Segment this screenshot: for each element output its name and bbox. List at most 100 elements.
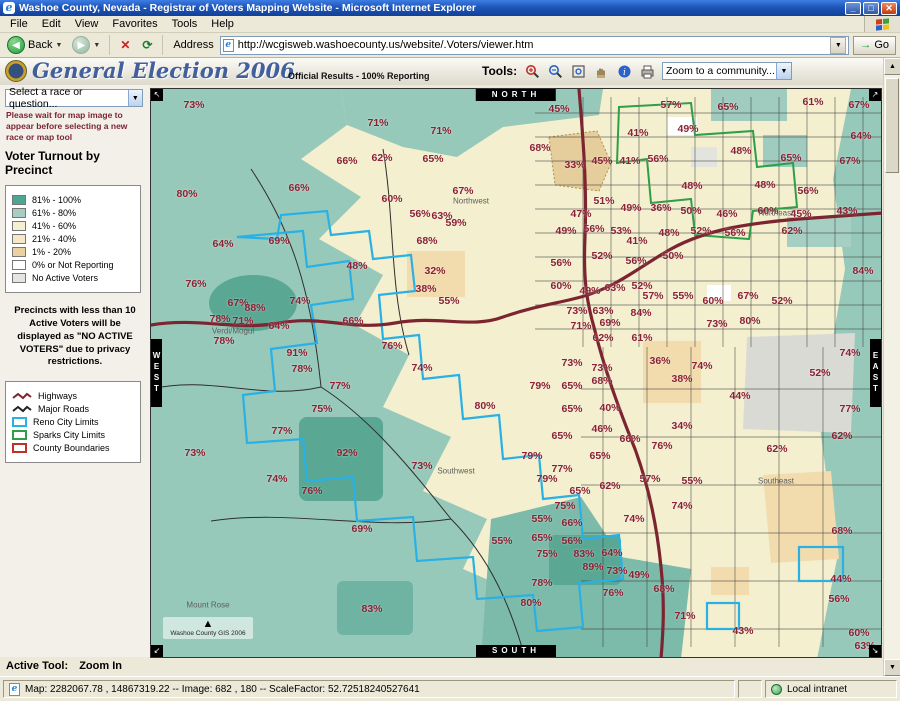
pan-southwest-button[interactable]: ↙ bbox=[151, 645, 163, 657]
legend-color-swatch bbox=[12, 221, 26, 232]
back-arrow-icon: ◀ bbox=[7, 36, 25, 54]
legend-label: 41% - 60% bbox=[32, 221, 77, 232]
layer-label: County Boundaries bbox=[33, 443, 110, 454]
legend-label: 0% or Not Reporting bbox=[32, 260, 114, 271]
menu-tools[interactable]: Tools bbox=[165, 17, 205, 31]
forward-button[interactable]: ▶ ▼ bbox=[69, 35, 103, 55]
status-zone-field: Local intranet bbox=[765, 680, 897, 698]
layer-row: Major Roads bbox=[12, 404, 134, 414]
go-button[interactable]: → Go bbox=[853, 35, 896, 55]
pan-hand-icon[interactable] bbox=[593, 63, 609, 79]
legend-color-swatch bbox=[12, 234, 26, 245]
status-zone-label: Local intranet bbox=[787, 683, 848, 695]
pan-east-button[interactable]: EAST bbox=[870, 339, 881, 407]
back-label: Back bbox=[28, 39, 53, 51]
legend-row: 81% - 100% bbox=[12, 195, 134, 206]
zoom-out-icon[interactable] bbox=[547, 63, 563, 79]
go-label: Go bbox=[874, 39, 889, 51]
full-extent-icon[interactable] bbox=[570, 63, 586, 79]
go-arrow-icon: → bbox=[860, 39, 872, 51]
back-button[interactable]: ◀ Back ▼ bbox=[4, 35, 65, 55]
address-label: Address bbox=[173, 39, 214, 51]
address-dropdown-icon[interactable]: ▼ bbox=[830, 36, 847, 54]
legend-title: Voter Turnout by Precinct bbox=[5, 149, 100, 178]
legend-row: 1% - 20% bbox=[12, 247, 134, 258]
pan-south-button[interactable]: SOUTH bbox=[476, 645, 556, 657]
scroll-up-icon[interactable]: ▲ bbox=[884, 58, 900, 75]
menu-favorites[interactable]: Favorites bbox=[105, 17, 164, 31]
menu-view[interactable]: View bbox=[68, 17, 106, 31]
chevron-down-icon[interactable]: ▼ bbox=[776, 63, 791, 79]
race-select-value: Select a race or question... bbox=[9, 86, 83, 110]
pan-north-button[interactable]: NORTH bbox=[475, 89, 557, 101]
back-dropdown-icon[interactable]: ▼ bbox=[55, 42, 62, 49]
windows-brand-logo bbox=[864, 16, 900, 32]
legend-label: 81% - 100% bbox=[32, 195, 82, 206]
refresh-button[interactable]: ⟳ bbox=[138, 36, 156, 54]
layer-row: Highways bbox=[12, 391, 134, 401]
menu-file[interactable]: File bbox=[3, 17, 35, 31]
stop-button[interactable]: ✕ bbox=[116, 36, 134, 54]
layer-swatch bbox=[12, 417, 27, 428]
layer-swatch bbox=[12, 392, 32, 400]
vertical-scrollbar[interactable]: ▲ ▼ bbox=[883, 58, 900, 676]
layer-row: County Boundaries bbox=[12, 443, 134, 454]
legend-label: No Active Voters bbox=[32, 273, 99, 284]
layer-label: Sparks City Limits bbox=[33, 430, 106, 441]
legend-row: 41% - 60% bbox=[12, 221, 134, 232]
status-bar: e Map: 2282067.78 , 14867319.22 -- Image… bbox=[0, 676, 900, 701]
pan-northwest-button[interactable]: ↖ bbox=[151, 89, 163, 101]
ie-app-icon: e bbox=[3, 2, 15, 14]
identify-icon[interactable]: i bbox=[616, 63, 632, 79]
menu-edit[interactable]: Edit bbox=[35, 17, 68, 31]
status-map-readout: Map: 2282067.78 , 14867319.22 -- Image: … bbox=[25, 683, 420, 695]
layer-swatch bbox=[12, 405, 32, 413]
pan-west-button[interactable]: WEST bbox=[151, 339, 162, 407]
status-map-readout-field: e Map: 2282067.78 , 14867319.22 -- Image… bbox=[3, 680, 735, 698]
active-tool-row: Active Tool: Zoom In bbox=[6, 660, 130, 672]
legend-label: 1% - 20% bbox=[32, 247, 72, 258]
legend-row: No Active Voters bbox=[12, 273, 134, 284]
status-page-icon: e bbox=[9, 682, 20, 696]
layer-label: Reno City Limits bbox=[33, 417, 99, 428]
map-image[interactable] bbox=[151, 89, 882, 658]
page-title: General Election 2006 bbox=[32, 58, 295, 83]
wait-note: Please wait for map image to appear befo… bbox=[6, 110, 128, 143]
turnout-legend: 81% - 100% 61% - 80% 41% - 60% 21% - 40% 1% … bbox=[5, 185, 141, 294]
map-tools: i bbox=[524, 63, 655, 79]
maximize-button[interactable]: □ bbox=[863, 1, 879, 15]
windows-flag-icon bbox=[876, 17, 889, 31]
address-input[interactable]: e http://wcgisweb.washoecounty.us/websit… bbox=[219, 35, 850, 55]
print-icon[interactable] bbox=[639, 63, 655, 79]
forward-dropdown-icon[interactable]: ▼ bbox=[93, 42, 100, 49]
scrollbar-thumb[interactable] bbox=[885, 78, 899, 173]
chevron-down-icon[interactable]: ▼ bbox=[127, 90, 142, 106]
window-title: Washoe County, Nevada - Registrar of Vot… bbox=[19, 2, 477, 14]
pan-northeast-button[interactable]: ↗ bbox=[869, 89, 881, 101]
menu-bar: File Edit View Favorites Tools Help bbox=[0, 16, 900, 33]
close-button[interactable]: ✕ bbox=[881, 1, 897, 15]
legend-color-swatch bbox=[12, 195, 26, 206]
pan-southeast-button[interactable]: ↘ bbox=[869, 645, 881, 657]
layer-row: Reno City Limits bbox=[12, 417, 134, 428]
address-value: http://wcgisweb.washoecounty.us/website/… bbox=[237, 39, 534, 51]
sidebar: Select a race or question... ▼ Please wa… bbox=[0, 85, 150, 657]
community-select[interactable]: Zoom to a community... ▼ bbox=[662, 62, 792, 80]
active-tool-value: Zoom In bbox=[79, 660, 122, 672]
layer-swatch bbox=[12, 430, 27, 441]
layer-label: Major Roads bbox=[38, 404, 90, 415]
menu-items: File Edit View Favorites Tools Help bbox=[3, 17, 241, 31]
race-select[interactable]: Select a race or question... ▼ bbox=[5, 86, 143, 110]
browser-toolbar: ◀ Back ▼ ▶ ▼ ✕ ⟳ Address e http://wcgisw… bbox=[0, 33, 900, 58]
globe-icon bbox=[771, 683, 782, 695]
layer-swatch bbox=[12, 443, 27, 454]
map-viewport[interactable]: 73% 71% 71% 45% 57% 65% 61% 67% 41% 49% 64% 68% 66% 6… bbox=[150, 88, 882, 658]
legend-color-swatch bbox=[12, 260, 26, 271]
scroll-down-icon[interactable]: ▼ bbox=[884, 659, 900, 676]
zoom-in-icon[interactable] bbox=[524, 63, 540, 79]
menu-help[interactable]: Help bbox=[204, 17, 241, 31]
minimize-button[interactable]: _ bbox=[845, 1, 861, 15]
legend-row: 61% - 80% bbox=[12, 208, 134, 219]
legend-color-swatch bbox=[12, 208, 26, 219]
north-arrow-icon: ▲ bbox=[202, 618, 214, 630]
